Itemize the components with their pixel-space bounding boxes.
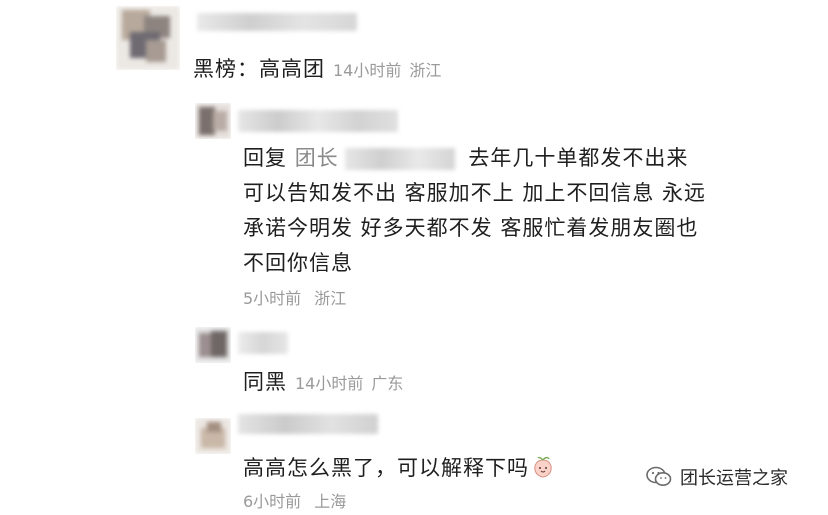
reply1-time: 5小时前	[243, 289, 302, 308]
avatar-image	[116, 6, 180, 70]
watermark: 团长运营之家	[646, 464, 788, 490]
avatar-image	[195, 327, 231, 363]
reply1-meta: 5小时前 浙江	[243, 285, 346, 309]
reply2-text: 同黑	[243, 370, 287, 394]
reply3-text-line: 高高怎么黑了，可以解释下吗	[243, 451, 555, 486]
avatar-reply3[interactable]	[195, 418, 231, 454]
comment1-text-line: 黑榜：高高团 14小时前 浙江	[193, 52, 441, 88]
avatar-reply1[interactable]	[195, 103, 231, 139]
username-reply3[interactable]	[238, 414, 378, 434]
comment1-location: 浙江	[409, 61, 442, 80]
reply1-target[interactable]: 团长	[295, 146, 339, 170]
reply1-prefix: 回复	[243, 146, 287, 170]
reply1-body: 回复 团长 去年几十单都发不出来 可以告知发不出 客服加不上 加上不回信息 永远…	[243, 141, 713, 281]
reply3-location: 上海	[314, 492, 347, 511]
username-reply2[interactable]	[238, 332, 288, 354]
wechat-official-account-icon	[646, 466, 672, 488]
comment1-time: 14小时前	[333, 61, 402, 80]
redacted-name	[344, 148, 455, 170]
reply2-text-line: 同黑 14小时前 广东	[243, 365, 403, 401]
avatar-reply2[interactable]	[195, 327, 231, 363]
reply1-location: 浙江	[314, 289, 347, 308]
reply2-time: 14小时前	[295, 374, 364, 393]
avatar-image	[195, 418, 231, 454]
username-comment1[interactable]	[197, 13, 357, 31]
avatar-comment1[interactable]	[116, 6, 180, 70]
comment1-text: 黑榜：高高团	[193, 57, 325, 81]
reply2-location: 广东	[371, 374, 404, 393]
reply3-time: 6小时前	[243, 492, 302, 511]
avatar-image	[195, 103, 231, 139]
watermark-text: 团长运营之家	[680, 468, 788, 489]
peach-face-emoji-icon	[531, 455, 555, 479]
reply3-meta: 6小时前 上海	[243, 488, 346, 512]
username-reply1[interactable]	[238, 110, 398, 132]
reply3-text: 高高怎么黑了，可以解释下吗	[243, 456, 529, 480]
